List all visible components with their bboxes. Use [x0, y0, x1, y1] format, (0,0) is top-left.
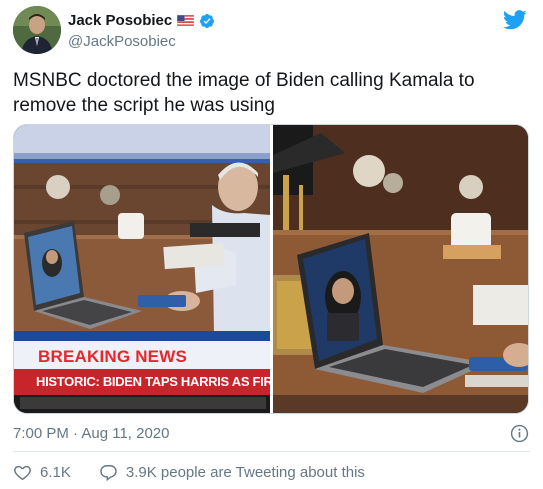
conversation-link[interactable]: 3.9K people are Tweeting about this	[99, 463, 365, 482]
divider	[13, 451, 530, 452]
tweet-text: MSNBC doctored the image of Biden callin…	[13, 70, 475, 116]
breaking-news-banner: BREAKING NEWS	[38, 347, 187, 366]
original-photo-image	[273, 125, 528, 413]
tweet-card: Jack Posobiec @JackPosobiec MSNBC doctor…	[0, 0, 543, 489]
author-name-row: Jack Posobiec	[68, 12, 215, 29]
like-count: 6.1K	[40, 464, 71, 481]
info-icon[interactable]	[510, 424, 529, 443]
reply-bubble-icon	[100, 465, 117, 482]
like-button[interactable]: 6.1K	[13, 463, 71, 482]
tweet-media[interactable]: BREAKING NEWS HISTORIC: BIDEN TAPS HARRI…	[13, 124, 529, 414]
news-ticker: HISTORIC: BIDEN TAPS HARRIS AS FIRST BL	[14, 369, 270, 395]
author-handle[interactable]: @JackPosobiec	[68, 33, 176, 50]
us-flag-icon	[177, 15, 195, 26]
tweet-actions: 6.1K 3.9K people are Tweeting about this	[13, 463, 365, 482]
avatar[interactable]	[13, 6, 61, 54]
heart-icon	[14, 465, 31, 481]
verified-badge-icon	[200, 13, 215, 28]
twitter-bird-icon[interactable]	[503, 10, 527, 30]
author-display-name[interactable]: Jack Posobiec	[68, 12, 172, 29]
conversation-text: 3.9K people are Tweeting about this	[125, 464, 365, 481]
tweet-timestamp[interactable]: 7:00 PM · Aug 11, 2020	[13, 425, 170, 442]
